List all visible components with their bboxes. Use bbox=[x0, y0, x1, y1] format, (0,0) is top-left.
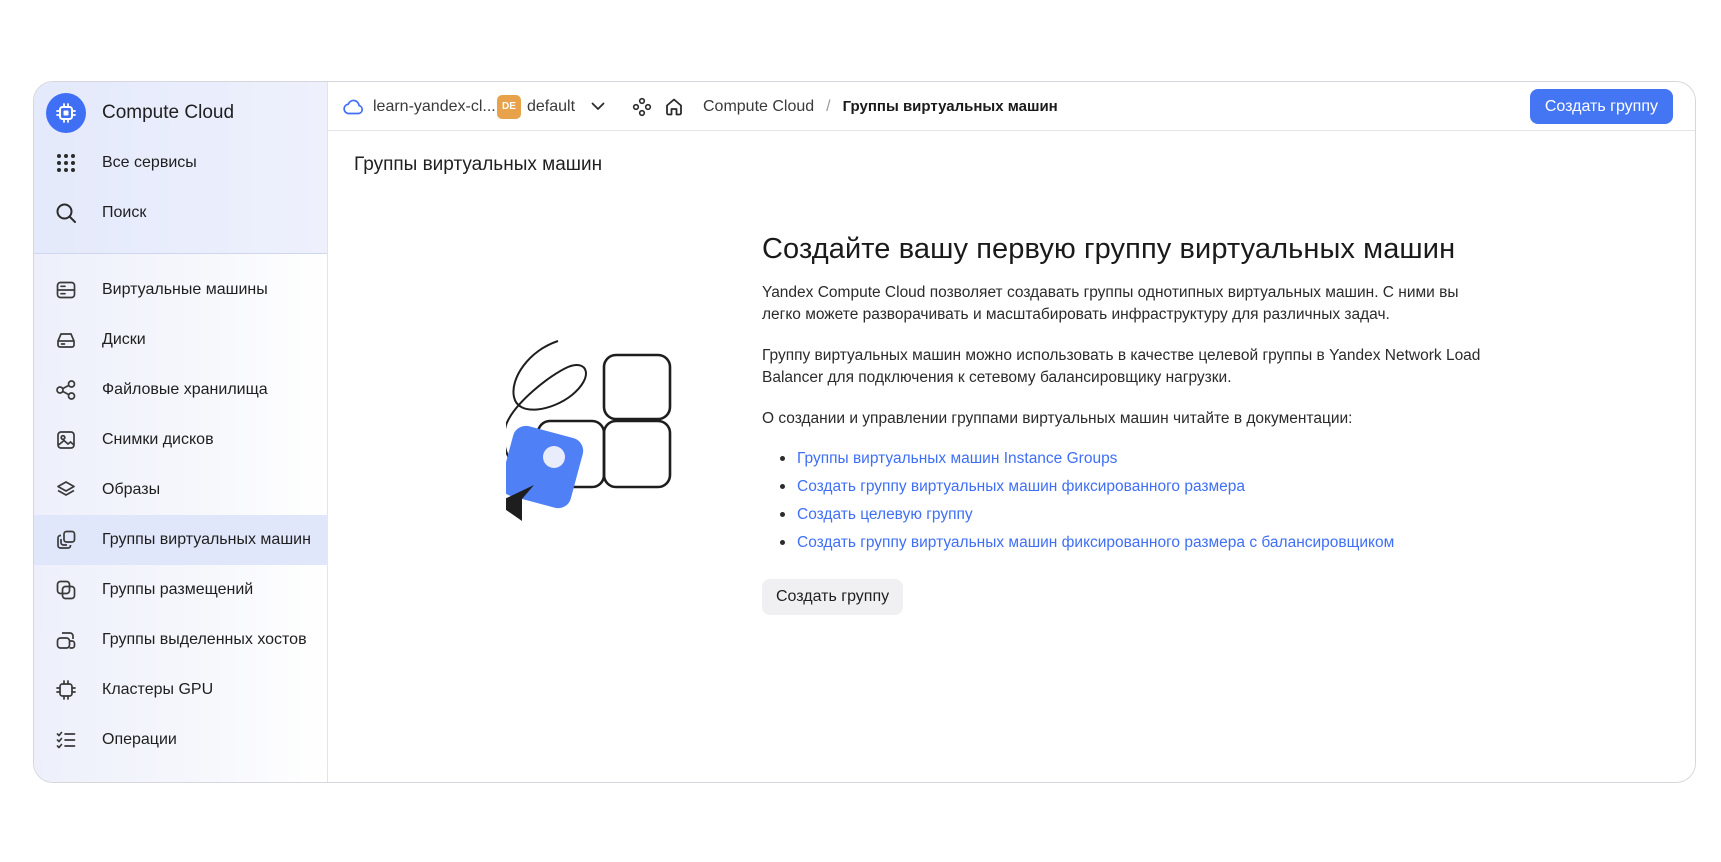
sidebar-item-dedicated-hosts[interactable]: Группы выделенных хостов bbox=[34, 615, 328, 665]
server-icon bbox=[54, 278, 78, 302]
sidebar: Compute Cloud Все сервисы Поиск Виртуаль… bbox=[34, 82, 328, 782]
sidebar-item-disks[interactable]: Диски bbox=[34, 315, 328, 365]
search-label: Поиск bbox=[102, 204, 147, 221]
sidebar-item-label: Группы размещений bbox=[102, 581, 254, 598]
documentation-intro: О создании и управлении группами виртуал… bbox=[762, 410, 1353, 427]
layers-icon bbox=[54, 478, 78, 502]
list-check-icon bbox=[54, 728, 78, 752]
chip-icon bbox=[54, 678, 78, 702]
doc-link-instance-groups[interactable]: Группы виртуальных машин Instance Groups bbox=[797, 450, 1117, 468]
breadcrumb-separator: / bbox=[826, 97, 831, 115]
breadcrumb-item-compute-cloud[interactable]: Compute Cloud bbox=[703, 98, 814, 116]
sidebar-item-label: Снимки дисков bbox=[102, 431, 214, 448]
sidebar-item-label: Диски bbox=[102, 331, 146, 348]
create-group-button-top[interactable]: Создать группу bbox=[1529, 89, 1673, 124]
sidebar-item-virtual-machines[interactable]: Виртуальные машины bbox=[34, 265, 328, 315]
top-bar: learn-yandex-cl... DE default Compute Cl… bbox=[328, 82, 1695, 131]
app-window: Compute Cloud Все сервисы Поиск Виртуаль… bbox=[33, 81, 1696, 783]
empty-state-illustration bbox=[506, 340, 672, 521]
documentation-links: Группы виртуальных машин Instance Groups… bbox=[762, 445, 1482, 557]
sidebar-item-disk-snapshots[interactable]: Снимки дисков bbox=[34, 415, 328, 465]
description-paragraph: Группу виртуальных машин можно использов… bbox=[762, 347, 1481, 386]
sidebar-item-instance-groups[interactable]: Группы виртуальных машин bbox=[34, 515, 328, 565]
search-icon bbox=[54, 201, 78, 225]
sidebar-item-label: Группы виртуальных машин bbox=[102, 531, 311, 548]
grid-dots-icon bbox=[54, 151, 78, 175]
description-paragraph: Yandex Compute Cloud позволяет создавать… bbox=[762, 284, 1459, 323]
main-content: Группы виртуальных машин Создайте вашу п… bbox=[328, 131, 1695, 782]
service-brand[interactable]: Compute Cloud bbox=[34, 88, 328, 138]
doc-link-target-group[interactable]: Создать целевую группу bbox=[797, 506, 973, 524]
compute-cloud-logo-icon bbox=[46, 93, 86, 133]
list-item: Группы виртуальных машин Instance Groups bbox=[762, 445, 1482, 473]
home-button[interactable] bbox=[664, 82, 684, 131]
nodes-graph-icon bbox=[632, 97, 652, 117]
sidebar-item-label: Файловые хранилища bbox=[102, 381, 268, 398]
create-group-button[interactable]: Создать группу bbox=[762, 579, 904, 615]
cloud-icon bbox=[342, 99, 364, 115]
folder-name: default bbox=[527, 97, 576, 115]
sidebar-item-label: Группы выделенных хостов bbox=[102, 631, 307, 648]
all-services-button[interactable]: Все сервисы bbox=[34, 138, 328, 188]
search-button[interactable]: Поиск bbox=[34, 188, 328, 238]
sidebar-item-placement-groups[interactable]: Группы размещений bbox=[34, 565, 328, 615]
cloud-selector[interactable]: learn-yandex-cl... bbox=[342, 82, 496, 131]
doc-link-fixed-size-group-balancer[interactable]: Создать группу виртуальных машин фиксиро… bbox=[797, 534, 1394, 552]
dedicated-hosts-icon bbox=[54, 628, 78, 652]
folder-selector[interactable]: DE default bbox=[497, 82, 605, 131]
page-title: Группы виртуальных машин bbox=[354, 154, 603, 175]
sidebar-item-gpu-clusters[interactable]: Кластеры GPU bbox=[34, 665, 328, 715]
instance-groups-icon bbox=[54, 528, 78, 552]
list-item: Создать группу виртуальных машин фиксиро… bbox=[762, 473, 1482, 501]
list-item: Создать группу виртуальных машин фиксиро… bbox=[762, 529, 1482, 557]
sidebar-item-label: Виртуальные машины bbox=[102, 281, 268, 298]
empty-state-heading: Создайте вашу первую группу виртуальных … bbox=[762, 233, 1456, 265]
service-brand-label: Compute Cloud bbox=[102, 102, 235, 123]
all-services-label: Все сервисы bbox=[102, 154, 197, 171]
breadcrumb-item-current: Группы виртуальных машин bbox=[842, 98, 1058, 115]
sidebar-item-label: Операции bbox=[102, 731, 177, 748]
folder-badge: DE bbox=[497, 94, 521, 119]
doc-link-fixed-size-group[interactable]: Создать группу виртуальных машин фиксиро… bbox=[797, 478, 1245, 496]
sidebar-item-label: Образы bbox=[102, 481, 161, 498]
image-icon bbox=[54, 428, 78, 452]
cloud-name: learn-yandex-cl... bbox=[373, 97, 496, 115]
disk-icon bbox=[54, 328, 78, 352]
placement-groups-icon bbox=[54, 578, 78, 602]
chevron-down-icon bbox=[591, 102, 605, 111]
sidebar-item-images[interactable]: Образы bbox=[34, 465, 328, 515]
list-item: Создать целевую группу bbox=[762, 501, 1482, 529]
sidebar-item-file-storage[interactable]: Файловые хранилища bbox=[34, 365, 328, 415]
breadcrumb: Compute Cloud / Группы виртуальных машин bbox=[703, 82, 1058, 131]
share-nodes-icon bbox=[54, 378, 78, 402]
resource-graph-button[interactable] bbox=[632, 82, 652, 131]
sidebar-item-label: Кластеры GPU bbox=[102, 681, 214, 698]
sidebar-item-operations[interactable]: Операции bbox=[34, 715, 328, 765]
empty-state-content: Создайте вашу первую группу виртуальных … bbox=[762, 233, 1482, 615]
home-icon bbox=[664, 97, 684, 117]
